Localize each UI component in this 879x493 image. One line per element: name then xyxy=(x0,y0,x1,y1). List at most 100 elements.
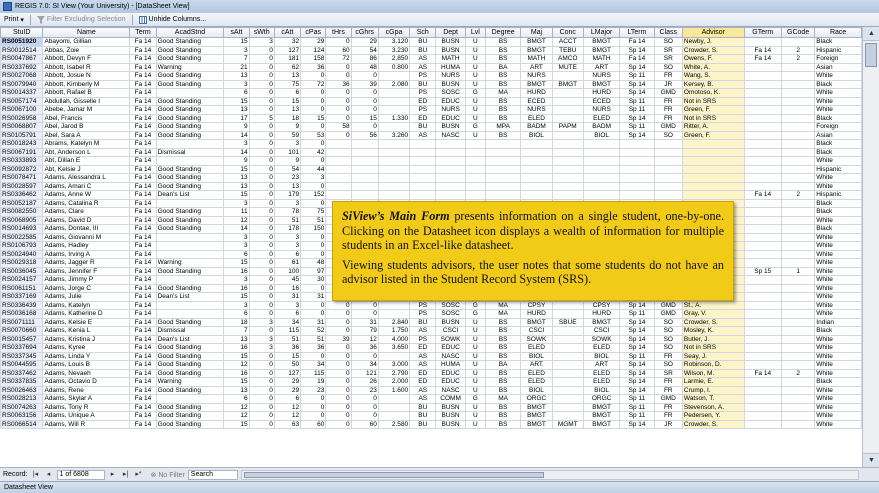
table-cell[interactable]: Good Standing xyxy=(155,419,225,429)
table-cell[interactable]: SO xyxy=(653,360,683,370)
table-cell[interactable] xyxy=(551,181,584,191)
table-cell[interactable]: 12 xyxy=(350,334,379,344)
table-cell[interactable] xyxy=(377,300,411,310)
table-cell[interactable]: Sp 11 xyxy=(619,122,655,132)
table-cell[interactable]: 16 xyxy=(223,266,250,276)
table-cell[interactable]: Abbott, Isabel R xyxy=(42,62,131,72)
table-cell[interactable]: NASC xyxy=(435,351,466,361)
table-cell[interactable]: Adams, Kristina J xyxy=(42,334,131,344)
table-cell[interactable]: Abbott, Rafael B xyxy=(42,88,131,98)
table-cell[interactable]: Sp 11 xyxy=(619,402,655,412)
table-cell[interactable] xyxy=(582,156,621,166)
table-cell[interactable]: BS xyxy=(484,334,522,344)
table-cell[interactable] xyxy=(743,139,782,149)
table-cell[interactable]: 2.580 xyxy=(377,419,411,429)
table-cell[interactable]: 0 xyxy=(325,317,352,327)
table-cell[interactable]: RS0078471 xyxy=(0,173,44,183)
table-cell[interactable]: RS0029318 xyxy=(0,258,44,268)
table-cell[interactable]: G xyxy=(464,300,486,310)
table-cell[interactable]: EDUC xyxy=(435,368,466,378)
table-cell[interactable]: MA xyxy=(484,300,522,310)
table-cell[interactable]: 21 xyxy=(223,62,250,72)
table-cell[interactable] xyxy=(743,411,782,421)
table-cell[interactable]: FR xyxy=(653,402,683,412)
table-cell[interactable] xyxy=(325,181,352,191)
table-cell[interactable]: BS xyxy=(484,96,522,106)
table-cell[interactable]: 0 xyxy=(248,283,275,293)
table-cell[interactable]: Fa 14 xyxy=(129,258,157,268)
table-cell[interactable] xyxy=(743,62,782,72)
table-cell[interactable]: Adams, Julie xyxy=(42,292,131,302)
table-cell[interactable] xyxy=(743,300,782,310)
table-cell[interactable] xyxy=(619,139,655,149)
table-cell[interactable]: 44 xyxy=(300,164,327,174)
table-cell[interactable]: Good Standing xyxy=(155,215,225,225)
table-cell[interactable]: Dean's List xyxy=(155,190,225,200)
table-cell[interactable]: RS0082550 xyxy=(0,207,44,217)
table-cell[interactable]: ART xyxy=(520,62,553,72)
table-cell[interactable]: U xyxy=(464,317,486,327)
table-row[interactable]: RS0015457 Adams, Kristina J Fa 14 Dean's Li… xyxy=(0,334,862,344)
table-cell[interactable]: HUMA xyxy=(435,360,466,370)
table-cell[interactable]: RS0014693 xyxy=(0,224,44,234)
table-cell[interactable]: Adams, Will R xyxy=(42,419,131,429)
table-cell[interactable]: 45 xyxy=(273,275,302,285)
table-cell[interactable]: RS0337692 xyxy=(0,62,44,72)
table-cell[interactable]: Fa 14 xyxy=(129,113,157,123)
table-cell[interactable]: BU xyxy=(409,317,437,327)
table-cell[interactable]: Sp 14 xyxy=(619,385,655,395)
table-cell[interactable]: Sp 14 xyxy=(619,419,655,429)
table-cell[interactable] xyxy=(780,292,816,302)
table-cell[interactable]: BIOL xyxy=(520,130,553,140)
table-cell[interactable]: 3.260 xyxy=(377,130,411,140)
table-cell[interactable]: 0 xyxy=(248,419,275,429)
table-cell[interactable]: 0 xyxy=(248,173,275,183)
table-cell[interactable]: 3 xyxy=(223,79,250,89)
table-cell[interactable] xyxy=(551,343,584,353)
table-cell[interactable] xyxy=(743,88,782,98)
table-cell[interactable] xyxy=(780,283,816,293)
table-row[interactable]: RS0067191 Abt, Anderson L Fa 14 Dismissal 14… xyxy=(0,147,862,157)
table-cell[interactable]: Good Standing xyxy=(155,360,225,370)
table-cell[interactable] xyxy=(551,88,584,98)
table-cell[interactable]: Good Standing xyxy=(155,402,225,412)
table-cell[interactable]: BMGT xyxy=(520,402,553,412)
table-cell[interactable]: Adams, Kelsie E xyxy=(42,317,131,327)
table-cell[interactable]: SR xyxy=(653,45,683,55)
table-cell[interactable]: U xyxy=(464,385,486,395)
table-cell[interactable]: ED xyxy=(409,96,437,106)
table-cell[interactable]: White xyxy=(814,266,862,276)
table-cell[interactable]: BS xyxy=(484,45,522,55)
table-cell[interactable] xyxy=(155,241,225,251)
search-box[interactable]: Search xyxy=(187,469,238,480)
table-cell[interactable]: Fa 14 xyxy=(129,377,157,387)
table-cell[interactable]: Hispanic xyxy=(814,45,862,55)
table-cell[interactable]: 0 xyxy=(350,309,379,319)
table-cell[interactable]: 0 xyxy=(325,37,352,47)
table-cell[interactable]: 0 xyxy=(248,300,275,310)
table-cell[interactable]: 15 xyxy=(223,37,250,47)
table-cell[interactable]: BS xyxy=(484,326,522,336)
table-cell[interactable] xyxy=(484,139,522,149)
table-cell[interactable]: 0 xyxy=(300,283,327,293)
column-header[interactable]: StuID xyxy=(0,27,44,38)
table-row[interactable]: RS0027068 Abbott, Josue N Fa 14 Good Standi… xyxy=(0,71,862,81)
table-cell[interactable]: 18 xyxy=(223,317,250,327)
table-cell[interactable]: 15 xyxy=(223,351,250,361)
column-header[interactable]: Dept xyxy=(435,27,466,38)
table-cell[interactable]: 2 xyxy=(780,54,816,64)
table-cell[interactable]: Sp 14 xyxy=(619,343,655,353)
table-cell[interactable]: 3 xyxy=(273,232,302,242)
table-cell[interactable]: ACCT xyxy=(551,37,584,47)
table-cell[interactable]: Good Standing xyxy=(155,164,225,174)
table-cell[interactable] xyxy=(743,232,782,242)
table-cell[interactable] xyxy=(325,147,352,157)
table-cell[interactable]: Good Standing xyxy=(155,351,225,361)
table-cell[interactable]: 0 xyxy=(248,377,275,387)
table-cell[interactable]: BS xyxy=(484,402,522,412)
table-cell[interactable]: Fa 14 xyxy=(129,385,157,395)
table-cell[interactable]: 0 xyxy=(350,71,379,81)
table-cell[interactable]: 0 xyxy=(325,309,352,319)
table-cell[interactable] xyxy=(551,309,584,319)
table-cell[interactable]: Fa 14 xyxy=(129,88,157,98)
